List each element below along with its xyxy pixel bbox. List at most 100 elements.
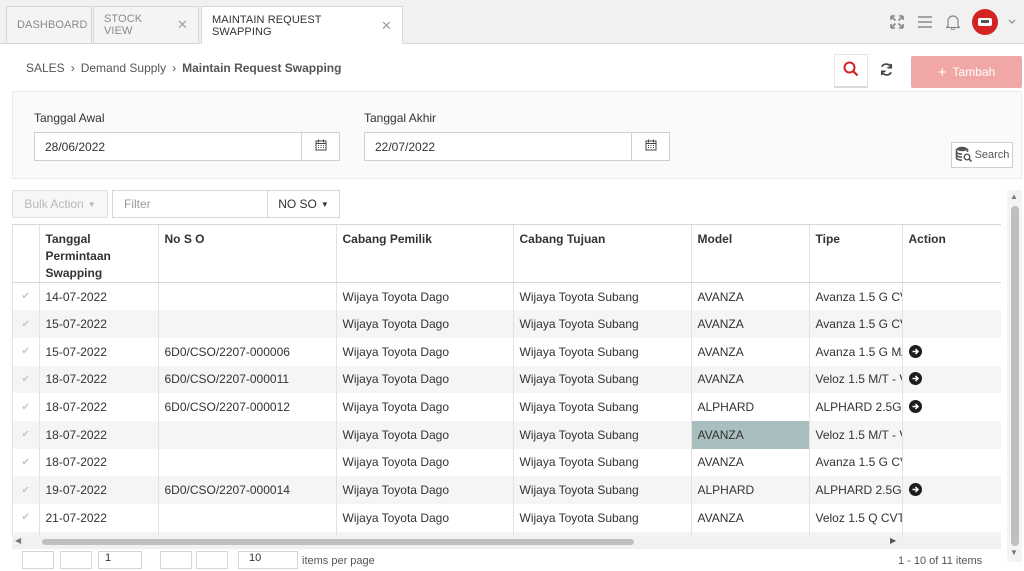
cell-tipe: Veloz 1.5 Q CVT bbox=[809, 504, 903, 532]
vertical-scrollbar-thumb[interactable] bbox=[1011, 206, 1019, 546]
row-checkbox[interactable]: ✔ bbox=[13, 448, 40, 477]
cell-cabang-pemilik: Wijaya Toyota Dago bbox=[336, 448, 514, 477]
table-row[interactable]: ✔ 18-07-2022 6D0/CSO/2207-000012 Wijaya Toy… bbox=[13, 393, 1001, 421]
select-all-header[interactable] bbox=[13, 225, 40, 283]
filter-placeholder: Filter bbox=[124, 197, 151, 211]
next-page-button[interactable] bbox=[160, 551, 192, 569]
cell-tipe: ALPHARD 2.5G bbox=[809, 393, 903, 421]
cell-action bbox=[902, 504, 1001, 532]
start-date-picker-button[interactable] bbox=[301, 132, 340, 161]
row-checkbox[interactable]: ✔ bbox=[13, 365, 40, 394]
go-arrow-icon[interactable] bbox=[908, 483, 922, 497]
table-row[interactable]: ✔ 18-07-2022 6D0/CSO/2207-000011 Wijaya Toy… bbox=[13, 365, 1001, 394]
cell-tanggal: 21-07-2022 bbox=[39, 504, 159, 532]
tab-stock-view[interactable]: STOCK VIEW ✕ bbox=[93, 6, 199, 43]
scroll-up-icon[interactable]: ▲ bbox=[1010, 192, 1018, 201]
start-date-label: Tanggal Awal bbox=[34, 111, 105, 125]
table-row[interactable]: ✔ 15-07-2022 6D0/CSO/2207-000006 Wijaya Toy… bbox=[13, 337, 1001, 366]
end-date-picker-button[interactable] bbox=[631, 132, 670, 161]
cell-cabang-pemilik: Wijaya Toyota Dago bbox=[336, 420, 514, 449]
scroll-right-icon[interactable]: ▶ bbox=[890, 536, 896, 545]
column-header-tipe[interactable]: Tipe bbox=[809, 225, 903, 283]
close-icon[interactable]: ✕ bbox=[381, 18, 392, 34]
cell-noso: 6D0/CSO/2207-000012 bbox=[158, 393, 337, 421]
cell-action bbox=[902, 476, 1001, 504]
row-checkbox[interactable]: ✔ bbox=[13, 504, 40, 532]
cell-cabang-pemilik: Wijaya Toyota Dago bbox=[336, 282, 514, 311]
row-checkbox[interactable]: ✔ bbox=[13, 476, 40, 504]
search-toggle-button[interactable] bbox=[834, 54, 868, 88]
end-date-value: 22/07/2022 bbox=[375, 139, 436, 154]
page-title: Maintain Request Swapping bbox=[182, 61, 342, 75]
row-checkbox[interactable]: ✔ bbox=[13, 310, 40, 338]
horizontal-scrollbar-thumb[interactable] bbox=[42, 539, 634, 545]
bell-icon[interactable] bbox=[944, 13, 962, 31]
go-arrow-icon[interactable] bbox=[908, 372, 922, 386]
first-page-button[interactable] bbox=[22, 551, 54, 569]
table-row[interactable]: ✔ 14-07-2022 Wijaya Toyota Dago Wijaya Toyo… bbox=[13, 282, 1001, 311]
page-size-select[interactable]: 10 bbox=[238, 551, 298, 569]
close-icon[interactable]: ✕ bbox=[177, 17, 188, 33]
column-header-tanggal[interactable]: Tanggal Permintaan Swapping bbox=[39, 225, 159, 283]
table-row[interactable]: ✔ 18-07-2022 Wijaya Toyota Dago Wijaya Toyo… bbox=[13, 448, 1001, 477]
row-checkbox[interactable]: ✔ bbox=[13, 282, 40, 311]
cell-model: ALPHARD bbox=[691, 393, 810, 421]
column-header-cabang-tujuan[interactable]: Cabang Tujuan bbox=[513, 225, 692, 283]
breadcrumb-item-demand-supply[interactable]: Demand Supply bbox=[81, 61, 166, 75]
search-button[interactable]: Search bbox=[951, 142, 1013, 168]
data-grid: Tanggal Permintaan Swapping No S O Caban… bbox=[12, 224, 1001, 535]
horizontal-scrollbar[interactable]: ◀ ▶ bbox=[12, 535, 1001, 549]
prev-page-button[interactable] bbox=[60, 551, 92, 569]
cell-action bbox=[902, 365, 1001, 394]
cell-tanggal: 15-07-2022 bbox=[39, 310, 159, 338]
tab-dashboard[interactable]: DASHBOARD bbox=[6, 6, 92, 43]
table-row[interactable]: ✔21-07-2022 Wijaya Toyota DagoWijaya Toyo… bbox=[13, 504, 1001, 532]
calendar-icon bbox=[645, 139, 657, 154]
tab-bar: DASHBOARD STOCK VIEW ✕ MAINTAIN REQUEST … bbox=[0, 0, 1024, 44]
table-row[interactable]: ✔ 15-07-2022 Wijaya Toyota Dago Wijaya Toyo… bbox=[13, 310, 1001, 338]
table-row[interactable]: ✔ 19-07-2022 6D0/CSO/2207-000014 Wijaya Toy… bbox=[13, 476, 1001, 504]
row-checkbox[interactable]: ✔ bbox=[13, 420, 40, 449]
cell-model: AVANZA bbox=[691, 448, 810, 477]
tab-maintain-request-swapping[interactable]: MAINTAIN REQUEST SWAPPING ✕ bbox=[201, 6, 403, 44]
refresh-button[interactable] bbox=[872, 54, 900, 88]
cell-model: AVANZA bbox=[691, 365, 810, 394]
header-row: Tanggal Permintaan Swapping No S O Caban… bbox=[13, 225, 1001, 283]
data-table: Tanggal Permintaan Swapping No S O Caban… bbox=[13, 225, 1001, 535]
start-date-input[interactable]: 28/06/2022 bbox=[34, 132, 302, 161]
column-header-model[interactable]: Model bbox=[691, 225, 810, 283]
scroll-left-icon[interactable]: ◀ bbox=[15, 536, 21, 545]
filter-field-value: NO SO bbox=[278, 197, 317, 211]
column-header-noso[interactable]: No S O bbox=[158, 225, 337, 283]
bulk-action-dropdown[interactable]: Bulk Action ▼ bbox=[12, 190, 108, 218]
last-page-button[interactable] bbox=[196, 551, 228, 569]
cell-cabang-tujuan: Wijaya Toyota Subang bbox=[513, 337, 692, 366]
cell-cabang-tujuan: Wijaya Toyota Subang bbox=[513, 365, 692, 394]
column-header-cabang-pemilik[interactable]: Cabang Pemilik bbox=[336, 225, 514, 283]
tab-label: STOCK VIEW bbox=[104, 13, 143, 37]
end-date-input[interactable]: 22/07/2022 bbox=[364, 132, 632, 161]
row-checkbox[interactable]: ✔ bbox=[13, 393, 40, 421]
menu-icon[interactable] bbox=[916, 13, 934, 31]
add-button[interactable]: + Tambah bbox=[911, 56, 1022, 88]
cell-action bbox=[902, 282, 1001, 311]
cell-cabang-pemilik: Wijaya Toyota Dago bbox=[336, 393, 514, 421]
filter-field-select[interactable]: NO SO ▼ bbox=[267, 190, 340, 218]
chevron-down-icon[interactable] bbox=[1008, 13, 1016, 31]
cell-tipe: Avanza 1.5 G CVT bbox=[809, 282, 903, 311]
tab-label: DASHBOARD bbox=[17, 19, 88, 31]
filter-input[interactable]: Filter bbox=[112, 190, 268, 218]
cell-cabang-tujuan: Wijaya Toyota Subang bbox=[513, 448, 692, 477]
table-row[interactable]: ✔ 18-07-2022 Wijaya Toyota Dago Wijaya Toyo… bbox=[13, 420, 1001, 449]
vertical-scrollbar[interactable]: ▲ ▼ bbox=[1007, 190, 1022, 562]
cell-cabang-tujuan: Wijaya Toyota Subang bbox=[513, 504, 692, 532]
user-avatar-icon[interactable] bbox=[972, 9, 998, 35]
bulk-action-label: Bulk Action bbox=[24, 197, 84, 211]
breadcrumb-item-sales[interactable]: SALES bbox=[26, 61, 65, 75]
cell-cabang-pemilik: Wijaya Toyota Dago bbox=[336, 365, 514, 394]
page-number-input[interactable]: 1 bbox=[98, 551, 142, 569]
expand-icon[interactable] bbox=[888, 13, 906, 31]
go-arrow-icon[interactable] bbox=[908, 344, 922, 358]
row-checkbox[interactable]: ✔ bbox=[13, 337, 40, 366]
go-arrow-icon[interactable] bbox=[908, 400, 922, 414]
